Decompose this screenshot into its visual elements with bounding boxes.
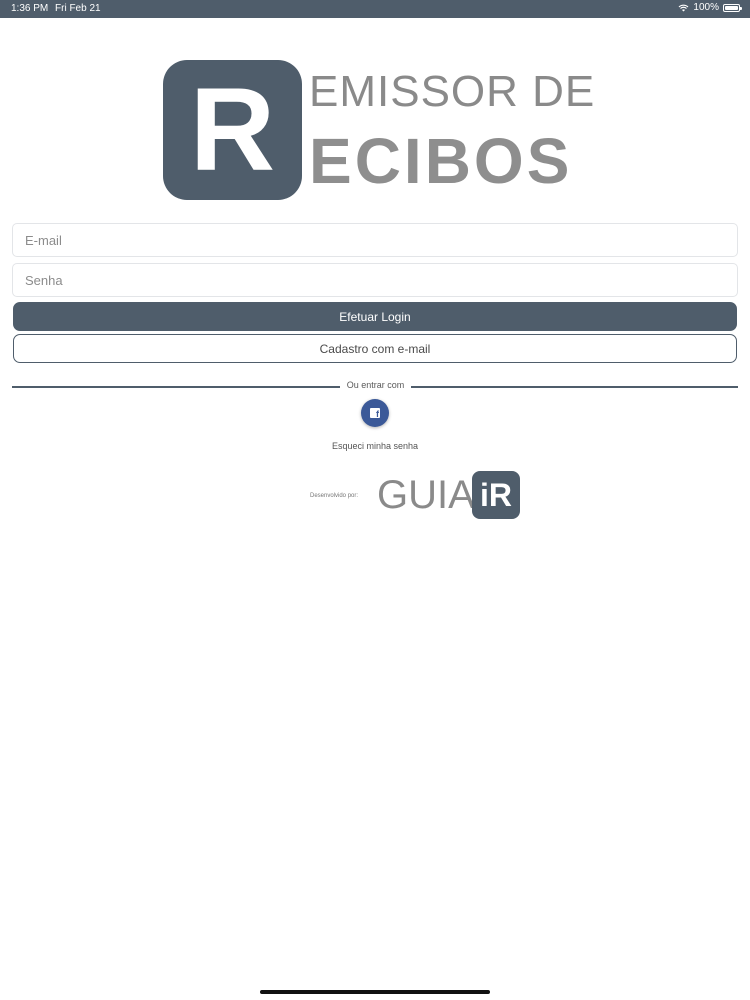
email-field[interactable]: [12, 223, 738, 257]
logo-line-2: ECIBOS: [309, 125, 573, 197]
signup-email-button[interactable]: Cadastro com e-mail: [13, 334, 737, 363]
home-indicator: [260, 990, 490, 994]
developed-by-label: Desenvolvido por:: [310, 493, 359, 499]
divider-line-left: [12, 386, 340, 388]
status-date: Fri Feb 21: [55, 3, 101, 14]
logo-badge-letter: R: [189, 64, 276, 196]
facebook-icon: f: [370, 408, 380, 418]
login-button-label: Efetuar Login: [339, 309, 411, 324]
divider-label: Ou entrar com: [346, 380, 405, 390]
signup-button-label: Cadastro com e-mail: [319, 341, 431, 356]
guia-logo-text: GUIA: [377, 473, 475, 517]
divider-line-right: [411, 386, 738, 388]
battery-percent: 100%: [693, 2, 719, 13]
wifi-icon: [679, 4, 689, 11]
status-right: 100%: [678, 2, 742, 13]
battery-icon: [723, 3, 742, 12]
password-field[interactable]: [12, 263, 738, 297]
status-bar: 1:36 PM Fri Feb 21 100%: [0, 0, 750, 18]
logo-line-1: EMISSOR DE: [309, 67, 596, 116]
facebook-login-button[interactable]: f: [361, 399, 389, 427]
app-logo: R EMISSOR DE ECIBOS: [163, 60, 596, 200]
login-button[interactable]: Efetuar Login: [13, 302, 737, 331]
forgot-password-link[interactable]: Esqueci minha senha: [300, 441, 450, 451]
guia-logo-badge: iR: [472, 471, 520, 519]
status-time: 1:36 PM: [11, 3, 49, 14]
